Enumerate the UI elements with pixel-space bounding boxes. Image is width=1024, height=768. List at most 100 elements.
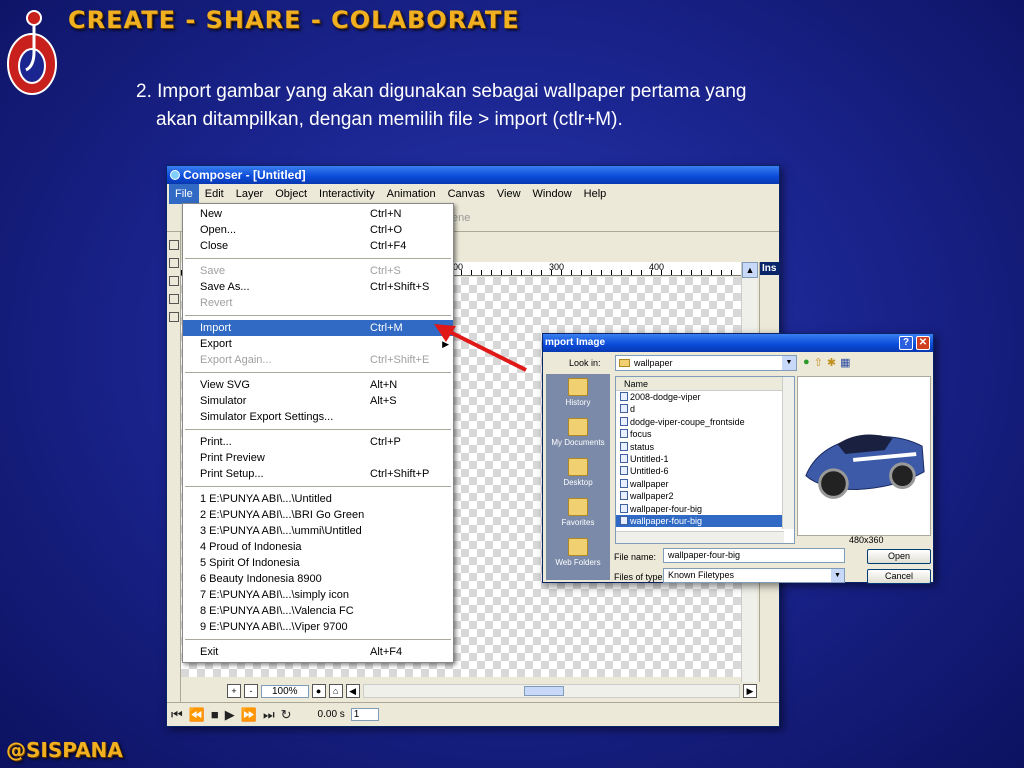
first-frame-icon[interactable]: ⏮ (171, 707, 183, 723)
select-tool-icon[interactable] (169, 240, 179, 250)
text-tool-icon[interactable] (169, 312, 179, 322)
place-favorites[interactable]: Favorites (546, 494, 610, 534)
menu-item[interactable]: 8 E:\PUNYA ABI\...\Valencia FC (183, 603, 453, 619)
file-list-item[interactable]: wallpaper-four-big (616, 514, 794, 528)
menu-item[interactable]: 7 E:\PUNYA ABI\...\simply icon (183, 587, 453, 603)
menu-item[interactable]: Export ▶ (183, 336, 453, 352)
menu-item[interactable]: Open... Ctrl+O (183, 222, 453, 238)
last-frame-icon[interactable]: ⏭ (263, 707, 275, 723)
menu-item[interactable]: Save Ctrl+S (183, 263, 453, 279)
menu-item[interactable]: 9 E:\PUNYA ABI\...\Viper 9700 (183, 619, 453, 635)
menu-object[interactable]: Object (269, 184, 313, 204)
menu-item[interactable]: 1 E:\PUNYA ABI\...\Untitled (183, 491, 453, 507)
file-list-item[interactable]: 2008-dodge-viper (616, 391, 794, 403)
menu-item[interactable]: Save As... Ctrl+Shift+S (183, 279, 453, 295)
frame-input[interactable]: 1 (350, 708, 379, 721)
menu-animation[interactable]: Animation (381, 184, 442, 204)
menu-item-label: 4 Proud of Indonesia (200, 541, 302, 553)
menu-item[interactable]: Print Setup... Ctrl+Shift+P (183, 466, 453, 482)
file-list-item[interactable]: Untitled-1 (616, 453, 794, 465)
look-in-select[interactable]: wallpaper ▼ (615, 355, 797, 371)
menu-item[interactable]: Print... Ctrl+P (183, 434, 453, 450)
cancel-button[interactable]: Cancel (867, 569, 931, 584)
ellipse-tool-icon[interactable] (169, 294, 179, 304)
file-list-item[interactable]: wallpaper-four-big (616, 503, 794, 515)
play-icon[interactable]: ▶ (225, 707, 235, 723)
file-icon (620, 441, 628, 451)
name-column-header[interactable]: Name (616, 377, 794, 391)
menu-item[interactable]: 4 Proud of Indonesia (183, 539, 453, 555)
up-folder-icon[interactable]: ⇧ (814, 356, 823, 369)
menu-file[interactable]: File (169, 184, 199, 204)
horizontal-scrollbar[interactable] (362, 684, 740, 698)
menu-item[interactable]: Import Ctrl+M (183, 320, 453, 336)
menu-item[interactable]: View SVG Alt+N (183, 377, 453, 393)
ruler-mark: 00 (453, 262, 464, 272)
zoom-in-icon[interactable]: + (227, 684, 241, 698)
menu-item[interactable]: New Ctrl+N (183, 206, 453, 222)
new-folder-icon[interactable]: ✱ (827, 356, 836, 369)
file-list-item[interactable]: dodge-viper-coupe_frontside (616, 416, 794, 428)
zoom-level[interactable]: 100% (261, 684, 309, 698)
file-list-item[interactable]: focus (616, 428, 794, 440)
loop-icon[interactable]: ↻ (281, 707, 292, 723)
menu-item[interactable]: Simulator Export Settings... (183, 409, 453, 425)
place-folder-icon (568, 378, 588, 396)
menu-item[interactable]: Export Again... Ctrl+Shift+E (183, 352, 453, 368)
back-icon[interactable]: ● (803, 356, 810, 369)
menu-item[interactable]: Simulator Alt+S (183, 393, 453, 409)
home-icon[interactable]: ⌂ (328, 684, 343, 698)
menu-item[interactable]: 5 Spirit Of Indonesia (183, 555, 453, 571)
scroll-right-icon[interactable]: ▶ (743, 684, 757, 698)
menu-window[interactable]: Window (527, 184, 578, 204)
dialog-nav-icons: ● ⇧ ✱ ▦ (803, 356, 851, 369)
file-list-item[interactable]: wallpaper2 (616, 490, 794, 502)
pen-tool-icon[interactable] (169, 258, 179, 268)
file-list-item[interactable]: d (616, 403, 794, 415)
chevron-down-icon[interactable]: ▼ (831, 569, 844, 582)
stop-icon[interactable]: ■ (211, 707, 219, 722)
file-list-hscroll[interactable] (616, 531, 784, 543)
dialog-titlebar[interactable]: mport Image ? ✕ (543, 334, 933, 352)
place-history[interactable]: History (546, 374, 610, 414)
menu-item[interactable]: 2 E:\PUNYA ABI\...\BRI Go Green (183, 507, 453, 523)
prev-frame-icon[interactable]: ⏪ (189, 707, 205, 723)
file-list-item[interactable]: wallpaper (616, 478, 794, 490)
menu-edit[interactable]: Edit (199, 184, 230, 204)
file-name-input[interactable]: wallpaper-four-big (663, 548, 845, 563)
close-button[interactable]: ✕ (916, 336, 930, 350)
chevron-down-icon[interactable]: ▼ (782, 356, 796, 370)
place-web-folders[interactable]: Web Folders (546, 534, 610, 574)
menu-interactivity[interactable]: Interactivity (313, 184, 381, 204)
menu-item-shortcut: Ctrl+Shift+S (370, 281, 430, 293)
help-button[interactable]: ? (899, 336, 913, 350)
scroll-thumb[interactable] (523, 686, 564, 696)
playhead-icon[interactable]: ● (311, 684, 326, 698)
menu-help[interactable]: Help (578, 184, 613, 204)
shape-tool-icon[interactable] (169, 276, 179, 286)
file-list-item[interactable]: Untitled-6 (616, 465, 794, 477)
menu-item[interactable]: 6 Beauty Indonesia 8900 (183, 571, 453, 587)
zoom-out-icon[interactable]: - (244, 684, 258, 698)
file-list-vscroll[interactable] (782, 377, 794, 529)
menu-canvas[interactable]: Canvas (442, 184, 491, 204)
menu-item[interactable]: 3 E:\PUNYA ABI\...\ummi\Untitled (183, 523, 453, 539)
menu-layer[interactable]: Layer (230, 184, 270, 204)
next-frame-icon[interactable]: ⏩ (241, 707, 257, 723)
menu-view[interactable]: View (491, 184, 527, 204)
place-my-documents[interactable]: My Documents (546, 414, 610, 454)
file-list-item[interactable]: status (616, 441, 794, 453)
inspector-tab[interactable]: Ins (760, 262, 779, 275)
menu-item[interactable]: Revert (183, 295, 453, 311)
menu-item[interactable]: Close Ctrl+F4 (183, 238, 453, 254)
menu-item[interactable]: Exit Alt+F4 (183, 644, 453, 660)
place-desktop[interactable]: Desktop (546, 454, 610, 494)
scroll-up-icon[interactable]: ▲ (742, 262, 758, 278)
file-list[interactable]: Name 2008-dodge-viper d dodge-viper-coupe_… (615, 376, 795, 544)
view-menu-icon[interactable]: ▦ (840, 356, 850, 369)
open-button[interactable]: Open (867, 549, 931, 564)
menu-item[interactable]: Print Preview (183, 450, 453, 466)
scroll-left-icon[interactable]: ◀ (345, 684, 360, 698)
file-type-select[interactable]: Known Filetypes ▼ (663, 568, 845, 583)
window-titlebar[interactable]: Composer - [Untitled] (167, 166, 779, 184)
